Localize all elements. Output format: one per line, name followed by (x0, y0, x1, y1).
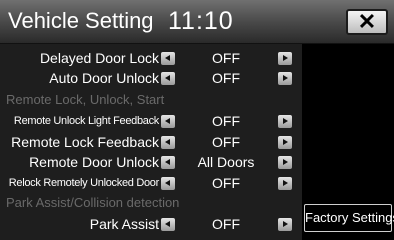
setting-label: Remote Unlock Light Feedback (13, 115, 159, 127)
title-bar: Vehicle Setting 11:10 ✕ (0, 0, 394, 44)
setting-label: Remote Lock Feedback (11, 134, 159, 150)
setting-label: Relock Remotely Unlocked Door (8, 177, 160, 189)
close-icon: ✕ (357, 9, 377, 34)
arrow-left-icon[interactable] (161, 218, 175, 231)
arrow-left-icon[interactable] (161, 177, 175, 190)
arrow-right-icon[interactable] (278, 177, 292, 190)
page-title: Vehicle Setting (8, 8, 154, 33)
arrow-right-icon[interactable] (278, 156, 292, 169)
arrow-right-icon[interactable] (278, 136, 292, 149)
setting-row-park-assist[interactable]: Park Assist OFF (0, 214, 302, 234)
setting-row-remote-door-unlock[interactable]: Remote Door Unlock All Doors (0, 152, 302, 172)
setting-value: OFF (212, 134, 240, 150)
setting-label: Remote Door Unlock (29, 154, 159, 170)
setting-label: Park Assist (89, 216, 159, 232)
arrow-left-icon[interactable] (161, 72, 175, 85)
setting-row-relock-remotely-unlocked-door[interactable]: Relock Remotely Unlocked Door OFF (0, 173, 302, 193)
setting-value: OFF (212, 216, 240, 232)
setting-value: All Doors (197, 154, 255, 170)
section-header-park-assist: Park Assist/Collision detection (6, 195, 180, 210)
arrow-left-icon[interactable] (161, 115, 175, 128)
setting-value: OFF (212, 113, 240, 129)
setting-value: OFF (212, 175, 240, 191)
setting-row-delayed-door-lock[interactable]: Delayed Door Lock OFF (0, 48, 302, 68)
arrow-left-icon[interactable] (161, 136, 175, 149)
factory-settings-button[interactable]: Factory Settings (304, 204, 394, 232)
setting-row-remote-unlock-light-feedback[interactable]: Remote Unlock Light Feedback OFF (0, 111, 302, 131)
arrow-left-icon[interactable] (161, 52, 175, 65)
arrow-left-icon[interactable] (161, 156, 175, 169)
section-header-remote: Remote Lock, Unlock, Start (6, 92, 165, 107)
arrow-right-icon[interactable] (278, 115, 292, 128)
setting-row-auto-door-unlock[interactable]: Auto Door Unlock OFF (0, 68, 302, 88)
arrow-right-icon[interactable] (278, 72, 292, 85)
setting-label: Auto Door Unlock (49, 70, 159, 86)
setting-row-remote-lock-feedback[interactable]: Remote Lock Feedback OFF (0, 132, 302, 152)
setting-label: Delayed Door Lock (39, 50, 159, 66)
arrow-right-icon[interactable] (278, 52, 292, 65)
setting-value: OFF (212, 70, 240, 86)
clock: 11:10 (168, 7, 234, 35)
settings-list: Delayed Door Lock OFF Auto Door Unlock O… (0, 44, 302, 240)
setting-value: OFF (212, 50, 240, 66)
close-button[interactable]: ✕ (346, 9, 388, 35)
arrow-right-icon[interactable] (278, 218, 292, 231)
